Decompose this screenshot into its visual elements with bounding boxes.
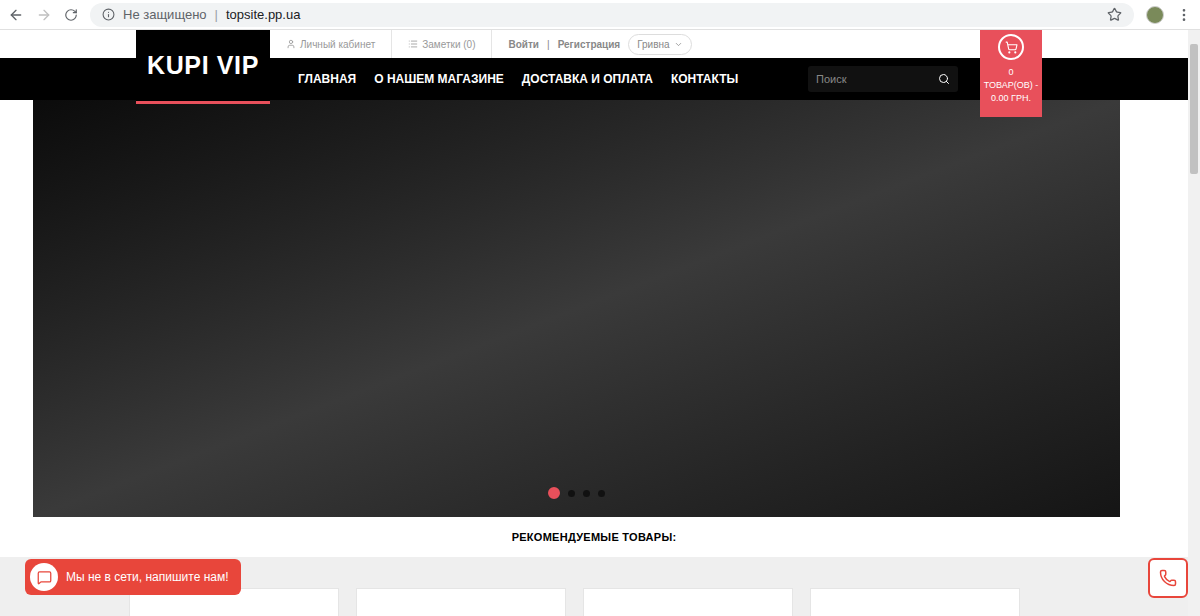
menu-dots-icon[interactable]: [1176, 7, 1192, 23]
cart-summary: ТОВАР(ОВ) -: [984, 79, 1038, 92]
address-bar[interactable]: Не защищено | topsite.pp.ua: [90, 3, 1134, 27]
chat-widget[interactable]: Мы не в сети, напишите нам!: [25, 559, 241, 595]
back-icon[interactable]: [8, 7, 24, 23]
register-link[interactable]: Регистрация: [558, 37, 621, 52]
link-separator: |: [547, 37, 550, 52]
slider-dot[interactable]: [548, 487, 560, 499]
slider-dot[interactable]: [598, 490, 605, 497]
product-card[interactable]: [583, 588, 793, 616]
url-separator: |: [215, 5, 218, 25]
chat-text: Мы не в сети, напишите нам!: [66, 568, 229, 586]
notes-link[interactable]: Заметки (0): [422, 37, 475, 52]
header: Личный кабинет Заметки (0) Войти | Регистрац…: [0, 30, 1188, 100]
scrollbar-thumb[interactable]: [1190, 44, 1198, 174]
hero-slider[interactable]: [33, 100, 1120, 517]
profile-avatar-icon[interactable]: [1146, 6, 1164, 24]
browser-toolbar: Не защищено | topsite.pp.ua: [0, 0, 1200, 30]
account-link[interactable]: Личный кабинет: [300, 37, 375, 52]
reload-icon[interactable]: [64, 8, 78, 22]
browser-window: Не защищено | topsite.pp.uaЛичный кабинет З…: [0, 0, 1200, 616]
cart-box[interactable]: 0ТОВАР(ОВ) -0.00 ГРН.: [980, 30, 1042, 117]
info-icon[interactable]: [102, 8, 115, 21]
section-title: РЕКОМЕНДУЕМЫЕ ТОВАРЫ:: [496, 523, 693, 552]
chevron-down-icon: [674, 40, 683, 49]
section-header: РЕКОМЕНДУЕМЫЕ ТОВАРЫ:: [0, 517, 1188, 557]
chat-icon: [37, 570, 52, 585]
nav-item[interactable]: ГЛАВНАЯ: [298, 70, 356, 88]
nav-item[interactable]: КОНТАКТЫ: [671, 70, 738, 88]
product-card[interactable]: [810, 588, 1020, 616]
logo[interactable]: KUPI VIP: [136, 30, 270, 104]
page: Личный кабинет Заметки (0) Войти | Регистрац…: [0, 30, 1188, 616]
security-label: Не защищено: [123, 5, 207, 25]
search-field[interactable]: Поиск: [808, 66, 958, 92]
notes-icon: [408, 39, 418, 49]
currency-select[interactable]: Гривна: [628, 34, 691, 55]
cart-count: 0: [1008, 66, 1013, 79]
slider-dots: [548, 487, 605, 499]
product-card[interactable]: [356, 588, 566, 616]
cart-icon: [1005, 41, 1018, 54]
url: topsite.pp.ua: [226, 5, 300, 25]
phone-icon: [1159, 569, 1177, 587]
search-icon[interactable]: [938, 73, 950, 85]
login-link[interactable]: Войти: [508, 37, 539, 52]
slider-dot[interactable]: [583, 490, 590, 497]
cart-total: 0.00 ГРН.: [991, 92, 1031, 105]
phone-button[interactable]: [1148, 558, 1188, 598]
slider-dot[interactable]: [568, 490, 575, 497]
user-icon: [286, 39, 296, 49]
scrollbar[interactable]: [1188, 30, 1200, 616]
forward-icon[interactable]: [36, 7, 52, 23]
nav-item[interactable]: О НАШЕМ МАГАЗИНЕ: [374, 70, 504, 88]
nav-item[interactable]: ДОСТАВКА И ОПЛАТА: [522, 70, 653, 88]
bookmark-star-icon[interactable]: [1107, 7, 1122, 22]
search-placeholder: Поиск: [816, 71, 930, 88]
